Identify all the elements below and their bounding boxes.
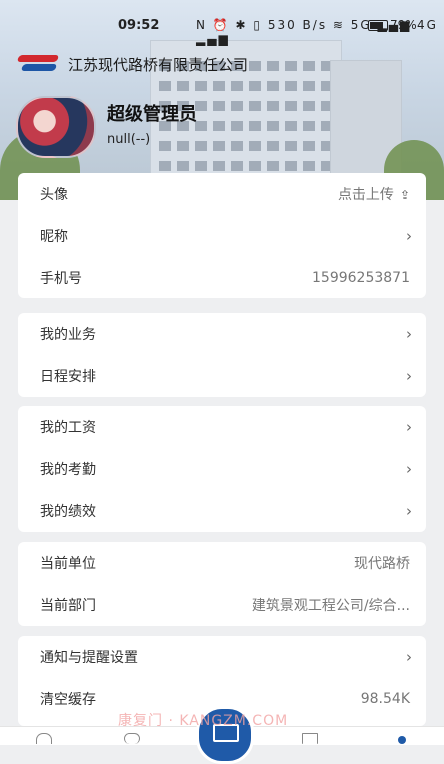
row-current-department[interactable]: 当前部门 建筑景观工程公司/综合... [18, 584, 426, 626]
business-card: 我的业务 › 日程安排 › [18, 313, 426, 397]
row-schedule[interactable]: 日程安排 › [18, 355, 426, 397]
row-phone: 手机号 15996253871 [18, 257, 426, 299]
watermark: 康复门 · KANGZM.COM [118, 713, 289, 729]
chevron-right-icon: › [406, 418, 412, 436]
cache-size-value: 98.54K [360, 691, 410, 707]
hr-card: 我的工资 › 我的考勤 › 我的绩效 › [18, 406, 426, 532]
row-my-business[interactable]: 我的业务 › [18, 313, 426, 355]
status-bar: 09:52 N ⏰ ✱ ▯ 530 B/s ≋ 5G ▂▄▆ 4G ▂▄▆ 79… [0, 14, 444, 46]
upload-icon: ⇪ [399, 188, 410, 202]
row-label: 当前单位 [40, 556, 96, 572]
chevron-right-icon: › [406, 648, 412, 666]
row-label: 昵称 [40, 229, 68, 245]
battery-percent: 79% [390, 18, 417, 32]
row-avatar[interactable]: 头像 点击上传 ⇪ [18, 173, 426, 215]
company-header: 江苏现代路桥有限责任公司 [16, 50, 249, 78]
chevron-right-icon: › [406, 502, 412, 520]
battery-indicator: 79% [368, 18, 417, 32]
compass-tab-icon[interactable] [124, 733, 140, 744]
message-tab-icon[interactable] [302, 733, 318, 744]
org-card: 当前单位 现代路桥 当前部门 建筑景观工程公司/综合... [18, 542, 426, 626]
row-notification-settings[interactable]: 通知与提醒设置 › [18, 636, 426, 678]
chevron-right-icon: › [406, 227, 412, 245]
row-current-unit[interactable]: 当前单位 现代路桥 [18, 542, 426, 584]
row-label: 我的绩效 [40, 504, 96, 520]
row-label: 通知与提醒设置 [40, 650, 138, 666]
chevron-right-icon: › [406, 367, 412, 385]
row-label: 清空缓存 [40, 692, 96, 708]
department-value: 建筑景观工程公司/综合... [251, 598, 410, 614]
row-salary[interactable]: 我的工资 › [18, 406, 426, 448]
user-subtitle: null(--) [107, 132, 151, 147]
status-time: 09:52 [118, 18, 160, 33]
row-label: 手机号 [40, 271, 82, 287]
home-tab-icon[interactable] [36, 733, 52, 744]
company-logo-icon [16, 51, 60, 77]
battery-icon [368, 20, 388, 31]
row-label: 我的业务 [40, 327, 96, 343]
row-label: 当前部门 [40, 598, 96, 614]
chevron-right-icon: › [406, 460, 412, 478]
row-attendance[interactable]: 我的考勤 › [18, 448, 426, 490]
avatar[interactable] [16, 96, 96, 158]
unit-value: 现代路桥 [354, 556, 410, 572]
row-nickname[interactable]: 昵称 › [18, 215, 426, 257]
upload-link[interactable]: 点击上传 ⇪ [338, 184, 410, 204]
company-name: 江苏现代路桥有限责任公司 [68, 55, 249, 74]
chevron-right-icon: › [406, 325, 412, 343]
profile-tab-icon[interactable] [398, 736, 406, 744]
upload-text: 点击上传 [337, 187, 394, 203]
profile-card: 头像 点击上传 ⇪ 昵称 › 手机号 15996253871 [18, 173, 426, 298]
user-name: 超级管理员 [107, 104, 197, 125]
row-label: 我的工资 [40, 420, 96, 436]
row-label: 头像 [40, 187, 68, 203]
row-performance[interactable]: 我的绩效 › [18, 490, 426, 532]
row-label: 我的考勤 [40, 462, 96, 478]
phone-value: 15996253871 [312, 270, 410, 286]
row-label: 日程安排 [40, 369, 96, 385]
